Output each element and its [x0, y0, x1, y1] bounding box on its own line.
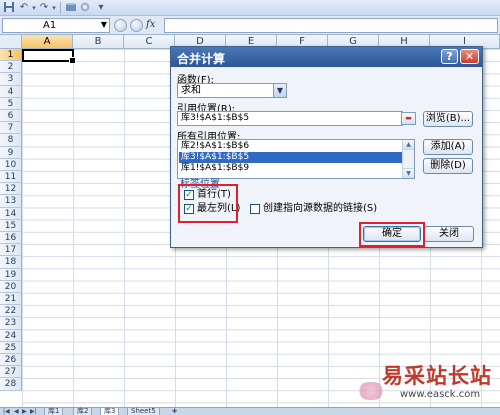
formula-bar: A1 ▼ fx — [0, 16, 500, 35]
function-select[interactable]: 求和 ▼ — [177, 83, 287, 98]
chevron-down-icon[interactable]: ▼ — [273, 84, 286, 97]
dialog-title: 合并计算 — [177, 52, 226, 66]
active-cell-a1[interactable] — [22, 49, 76, 64]
function-value: 求和 — [181, 85, 201, 96]
cancel-formula-icon[interactable] — [130, 19, 143, 32]
scroll-up-icon[interactable]: ▲ — [403, 140, 414, 150]
insert-function-icon[interactable]: fx — [146, 19, 155, 30]
list-scrollbar[interactable]: ▲ ▼ — [402, 140, 414, 178]
column-header-a[interactable]: A — [22, 35, 73, 49]
highlight-box-ok-button — [359, 222, 425, 247]
column-header-c[interactable]: C — [124, 35, 175, 49]
row-header-26[interactable]: 26 — [0, 354, 22, 367]
row-header-17[interactable]: 17 — [0, 244, 22, 257]
row-header-7[interactable]: 7 — [0, 122, 22, 135]
chevron-down-icon[interactable]: ▼ — [101, 20, 107, 29]
row-header-3[interactable]: 3 — [0, 73, 22, 86]
sheet-tab-3[interactable]: 库3 — [100, 408, 120, 415]
reference-list-item[interactable]: 库2!$A$1:$B$6 — [179, 141, 412, 152]
name-box-value: A1 — [43, 20, 57, 31]
sheet-tab-2[interactable]: 库2 — [73, 408, 93, 415]
row-header-20[interactable]: 20 — [0, 280, 22, 293]
formula-input[interactable] — [164, 18, 498, 33]
row-header-14[interactable]: 14 — [0, 207, 22, 220]
row-header-1[interactable]: 1 — [0, 49, 22, 62]
row-header-28[interactable]: 28 — [0, 378, 22, 391]
row-header-4[interactable]: 4 — [0, 85, 22, 98]
consolidate-dialog: 合并计算 ? ✕ 函数(F): 求和 ▼ 引用位置(R): 库3!$A$1:$B… — [170, 46, 483, 248]
close-icon[interactable]: ✕ — [460, 49, 479, 64]
row-header-12[interactable]: 12 — [0, 183, 22, 196]
sheet-tab-4[interactable]: Sheet5 — [127, 408, 160, 415]
row-header-18[interactable]: 18 — [0, 256, 22, 269]
next-sheet-icon[interactable]: ▶ — [22, 408, 27, 415]
row-header-6[interactable]: 6 — [0, 110, 22, 123]
email-icon[interactable] — [78, 1, 92, 15]
name-box[interactable]: A1 ▼ — [2, 18, 110, 33]
row-header-2[interactable]: 2 — [0, 61, 22, 74]
redo-dropdown-icon[interactable]: ▾ — [47, 1, 61, 15]
watermark-url: www.easck.com — [400, 389, 481, 400]
create-links-checkbox[interactable]: 创建指向源数据的链接(S) — [250, 203, 377, 215]
add-button[interactable]: 添加(A) — [423, 139, 473, 155]
sheet-tab-bar: |◀ ◀ ▶ ▶| 库1 库2 库3 Sheet5 ✚ — [0, 407, 500, 415]
row-header-10[interactable]: 10 — [0, 158, 22, 171]
help-icon[interactable]: ? — [441, 49, 458, 64]
dialog-title-bar[interactable]: 合并计算 ? ✕ — [171, 47, 482, 67]
empty-checkbox-icon — [250, 204, 260, 214]
prev-sheet-icon[interactable]: ◀ — [14, 408, 19, 415]
row-header-8[interactable]: 8 — [0, 134, 22, 147]
reference-input[interactable]: 库3!$A$1:$B$5 — [177, 111, 403, 126]
row-header-22[interactable]: 22 — [0, 305, 22, 318]
collapse-dialog-icon[interactable]: ▬ — [401, 112, 416, 125]
site-watermark: 易采站长站 www.easck.com — [348, 356, 500, 407]
watermark-text: 易采站长站 — [382, 363, 492, 388]
row-header-16[interactable]: 16 — [0, 232, 22, 245]
toolbar-separator — [60, 2, 61, 14]
sheet-tab-1[interactable]: 库1 — [44, 408, 64, 415]
row-header-9[interactable]: 9 — [0, 146, 22, 159]
delete-button[interactable]: 删除(D) — [423, 158, 473, 174]
last-sheet-icon[interactable]: ▶| — [30, 408, 37, 415]
insert-sheet-icon[interactable]: ✚ — [172, 408, 177, 415]
reference-list-item[interactable]: 库1!$A$1:$B$9 — [179, 163, 412, 174]
close-button[interactable]: 关闭 — [424, 226, 474, 242]
first-sheet-icon[interactable]: |◀ — [3, 408, 10, 415]
row-header-11[interactable]: 11 — [0, 171, 22, 184]
row-header-24[interactable]: 24 — [0, 329, 22, 342]
row-header-5[interactable]: 5 — [0, 97, 22, 110]
row-header-19[interactable]: 19 — [0, 268, 22, 281]
row-header-23[interactable]: 23 — [0, 317, 22, 330]
open-icon[interactable] — [64, 1, 78, 15]
row-header-25[interactable]: 25 — [0, 341, 22, 354]
quick-access-toolbar: ↶ ▾ ↷ ▾ ▾ — [0, 0, 500, 16]
customize-toolbar-icon[interactable]: ▾ — [94, 1, 108, 15]
formula-bar-resize-icon[interactable] — [114, 19, 127, 32]
row-header-13[interactable]: 13 — [0, 195, 22, 208]
browse-button[interactable]: 浏览(B)... — [423, 111, 473, 127]
column-header-b[interactable]: B — [73, 35, 124, 49]
highlight-box-label-options — [178, 184, 238, 223]
save-icon[interactable] — [2, 1, 16, 15]
create-links-label: 创建指向源数据的链接(S) — [263, 203, 378, 214]
row-header-27[interactable]: 27 — [0, 366, 22, 379]
select-all-corner[interactable] — [0, 35, 22, 49]
reference-list-item-selected[interactable]: 库3!$A$1:$B$5 — [179, 152, 412, 163]
scroll-down-icon[interactable]: ▼ — [403, 168, 414, 178]
row-header-15[interactable]: 15 — [0, 219, 22, 232]
row-header-21[interactable]: 21 — [0, 293, 22, 306]
all-references-list[interactable]: 库2!$A$1:$B$6 库3!$A$1:$B$5 库1!$A$1:$B$9 ▲… — [177, 139, 415, 179]
